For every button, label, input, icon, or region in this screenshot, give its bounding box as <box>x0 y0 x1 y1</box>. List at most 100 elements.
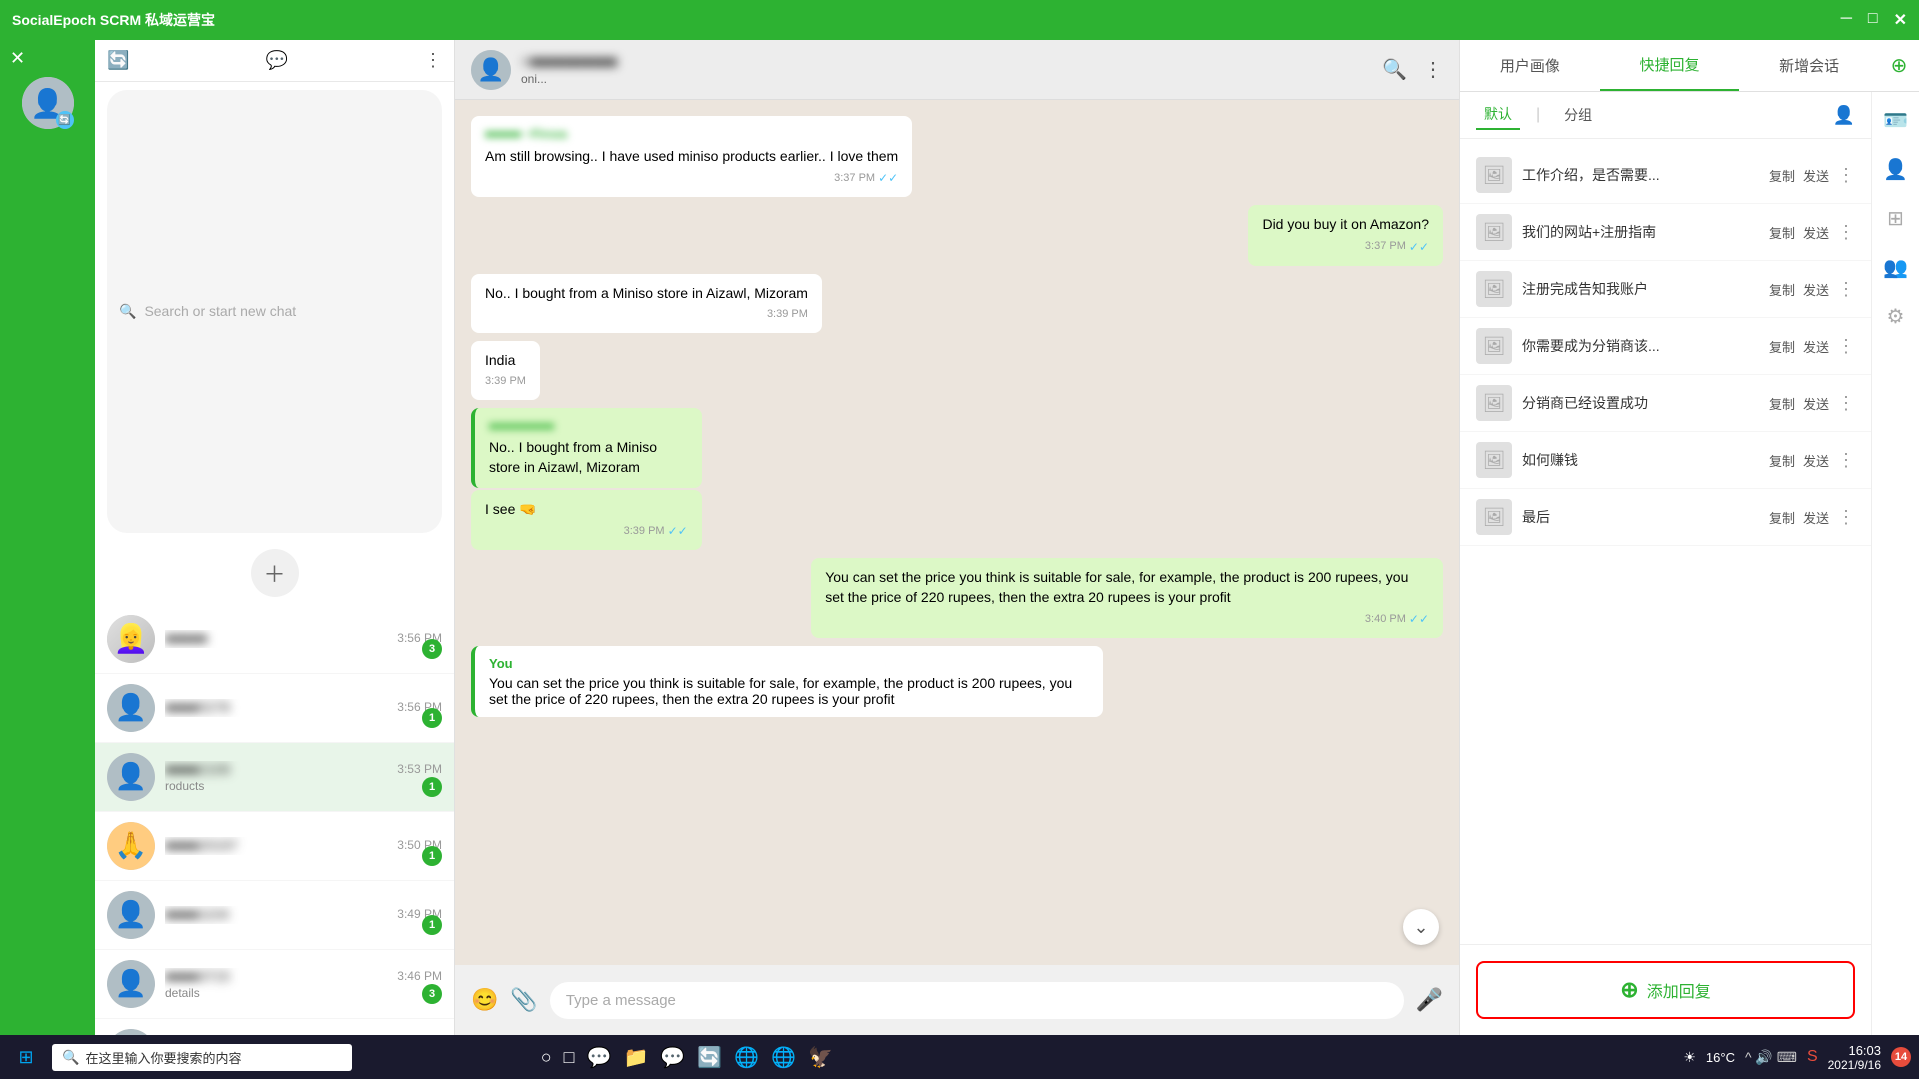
send-button[interactable]: 发送 <box>1803 280 1829 299</box>
search-chat-icon[interactable]: 🔍 <box>1382 57 1407 82</box>
message-sender: ■■■■■ ~Firoza <box>485 126 898 143</box>
quick-reply-item: 🖼 你需要成为分销商该... 复制 发送 ⋮ <box>1460 318 1871 375</box>
qr-image: 🖼 <box>1476 214 1512 250</box>
copy-button[interactable]: 复制 <box>1769 337 1795 356</box>
left-sidebar: ✕ 👤 🔄 <box>0 40 95 1035</box>
chat-item-time: 3:53 PM <box>397 762 442 776</box>
chat-item[interactable]: 👤 ■■■■5278 3:56 PM 1 <box>95 674 454 743</box>
message-text: Am still browsing.. I have used miniso p… <box>485 147 898 167</box>
taskbar-icon-chat[interactable]: 💬 <box>587 1045 612 1070</box>
taskbar-icon-2[interactable]: □ <box>564 1047 575 1068</box>
copy-button[interactable]: 复制 <box>1769 508 1795 527</box>
more-options-icon[interactable]: ⋮ <box>1837 165 1855 186</box>
chat-items-list: 👱‍♀️ ■■■■■ 3:56 PM 3 👤 <box>95 605 454 1036</box>
chat-area: 👤 +■■■■■■■■■ oni... 🔍 ⋮ ■■■■■ ~Firoza Am… <box>455 40 1459 1035</box>
chat-item-preview: details <box>165 986 442 1000</box>
taskbar-icon-wechat[interactable]: 💬 <box>660 1045 685 1070</box>
chat-item[interactable]: 👤 ■■■■2109 3:53 PM roducts 1 <box>95 743 454 812</box>
chat-item-info: ■■■■■ 3:56 PM <box>165 630 442 648</box>
send-button[interactable]: 发送 <box>1803 451 1829 470</box>
chat-item-info: ■■■■5278 3:56 PM <box>165 699 442 717</box>
quick-reply-item: 🖼 工作介绍，是否需要... 复制 发送 ⋮ <box>1460 147 1871 204</box>
user-card-icon[interactable]: 🪪 <box>1883 108 1908 133</box>
more-options-icon[interactable]: ⋮ <box>1423 57 1443 82</box>
grid-icon[interactable]: ⊞ <box>1887 206 1904 231</box>
taskbar-icon-folder[interactable]: 📁 <box>623 1045 648 1070</box>
more-tabs-icon[interactable]: ⊕ <box>1879 53 1919 78</box>
copy-button[interactable]: 复制 <box>1769 451 1795 470</box>
message-input[interactable]: Type a message <box>550 982 1404 1019</box>
subtab-default[interactable]: 默认 <box>1476 100 1520 130</box>
taskbar-right: ☀ 16°C ^ 🔊 ⌨ S 16:03 2021/9/16 14 <box>1683 1043 1911 1072</box>
send-button[interactable]: 发送 <box>1803 508 1829 527</box>
notification-badge[interactable]: 14 <box>1891 1047 1911 1067</box>
add-reply-button[interactable]: ⊕ 添加回复 <box>1476 961 1855 1019</box>
quick-reply-item: 🖼 分销商已经设置成功 复制 发送 ⋮ <box>1460 375 1871 432</box>
taskbar-icon-refresh[interactable]: 🔄 <box>697 1045 722 1070</box>
close-button[interactable]: ✕ <box>1894 10 1907 30</box>
more-options-icon[interactable]: ⋮ <box>1837 279 1855 300</box>
right-panel-icon-column: 🪪 👤 ⊞ 👥 ⚙ <box>1871 92 1919 1035</box>
more-options-icon[interactable]: ⋮ <box>1837 336 1855 357</box>
taskbar-icon-chrome[interactable]: 🌐 <box>771 1045 796 1070</box>
settings-person-icon[interactable]: 👤 <box>1883 157 1908 182</box>
taskbar-icon-1[interactable]: ○ <box>541 1047 552 1068</box>
search-icon: 🔍 <box>119 303 136 320</box>
chat-header: 👤 +■■■■■■■■■ oni... 🔍 ⋮ <box>455 40 1459 100</box>
chat-item[interactable]: 🙏 ■■■■20197 3:50 PM 1 <box>95 812 454 881</box>
more-options-icon[interactable]: ⋮ <box>1837 507 1855 528</box>
message-time: 3:39 PM <box>485 307 808 322</box>
tab-new-chat[interactable]: 新增会话 <box>1739 41 1879 90</box>
app-title: SocialEpoch SCRM 私域运营宝 <box>12 10 215 30</box>
chat-item[interactable]: 👤 ■■■■1104 3:49 PM 1 <box>95 881 454 950</box>
more-options-icon[interactable]: ⋮ <box>1837 393 1855 414</box>
more-icon[interactable]: ⋮ <box>424 50 442 71</box>
qr-text: 我们的网站+注册指南 <box>1522 222 1759 242</box>
maximize-button[interactable]: □ <box>1868 10 1878 30</box>
chat-input-area: 😊 📎 Type a message 🎤 <box>455 965 1459 1035</box>
copy-button[interactable]: 复制 <box>1769 394 1795 413</box>
message-text: Did you buy it on Amazon? <box>1262 215 1429 235</box>
person-icon[interactable]: 👥 <box>1883 255 1908 280</box>
chat-icon[interactable]: 💬 <box>266 50 288 71</box>
refresh-icon[interactable]: 🔄 <box>107 50 129 71</box>
copy-button[interactable]: 复制 <box>1769 223 1795 242</box>
start-button[interactable]: ⊞ <box>8 1039 44 1075</box>
scroll-down-button[interactable]: ⌄ <box>1403 909 1439 945</box>
system-tray-icons: ^ 🔊 ⌨ <box>1745 1049 1797 1066</box>
send-button[interactable]: 发送 <box>1803 394 1829 413</box>
chat-item[interactable]: 👱‍♀️ ■■■■■ 3:56 PM 3 <box>95 605 454 674</box>
taskbar-icon-app[interactable]: 🦅 <box>808 1045 833 1070</box>
taskbar-search[interactable]: 🔍 在这里输入你要搜索的内容 <box>52 1044 352 1071</box>
subtab-group[interactable]: 分组 <box>1556 101 1600 129</box>
sidebar-close-icon[interactable]: ✕ <box>10 48 25 69</box>
attachment-icon[interactable]: 📎 <box>510 987 537 1013</box>
tab-quick-reply[interactable]: 快捷回复 <box>1600 40 1740 91</box>
user-profile-icon: 👤 <box>1833 105 1855 126</box>
chat-item-avatar: 🙏 <box>107 822 155 870</box>
user-avatar[interactable]: 👤 🔄 <box>22 77 74 129</box>
main-content: ✕ 👤 🔄 🔄 💬 ⋮ 🔍 Search or start new chat ＋ <box>0 40 1919 1035</box>
emoji-icon[interactable]: 😊 <box>471 987 498 1013</box>
more-options-icon[interactable]: ⋮ <box>1837 222 1855 243</box>
send-button[interactable]: 发送 <box>1803 223 1829 242</box>
microphone-icon[interactable]: 🎤 <box>1416 987 1443 1013</box>
search-bar[interactable]: 🔍 Search or start new chat <box>107 90 442 533</box>
tab-user-profile[interactable]: 用户画像 <box>1460 41 1600 90</box>
taskbar-icon-edge[interactable]: 🌐 <box>734 1045 759 1070</box>
copy-button[interactable]: 复制 <box>1769 166 1795 185</box>
add-chat-button[interactable]: ＋ <box>251 549 299 597</box>
message-bubble: India 3:39 PM <box>471 341 540 400</box>
chat-item[interactable]: 👤 ■■■■3715 3:46 PM details 3 <box>95 950 454 1019</box>
chat-item[interactable]: 👤 ■■■■34874 3:46 PM <box>95 1019 454 1036</box>
send-button[interactable]: 发送 <box>1803 166 1829 185</box>
gear-icon[interactable]: ⚙ <box>1887 304 1905 329</box>
minimize-button[interactable]: ─ <box>1841 10 1852 30</box>
copy-button[interactable]: 复制 <box>1769 280 1795 299</box>
send-button[interactable]: 发送 <box>1803 337 1829 356</box>
qr-text: 分销商已经设置成功 <box>1522 393 1759 413</box>
qr-actions: 复制 发送 ⋮ <box>1769 165 1855 186</box>
qr-actions: 复制 发送 ⋮ <box>1769 336 1855 357</box>
quick-reply-item: 🖼 最后 复制 发送 ⋮ <box>1460 489 1871 546</box>
more-options-icon[interactable]: ⋮ <box>1837 450 1855 471</box>
